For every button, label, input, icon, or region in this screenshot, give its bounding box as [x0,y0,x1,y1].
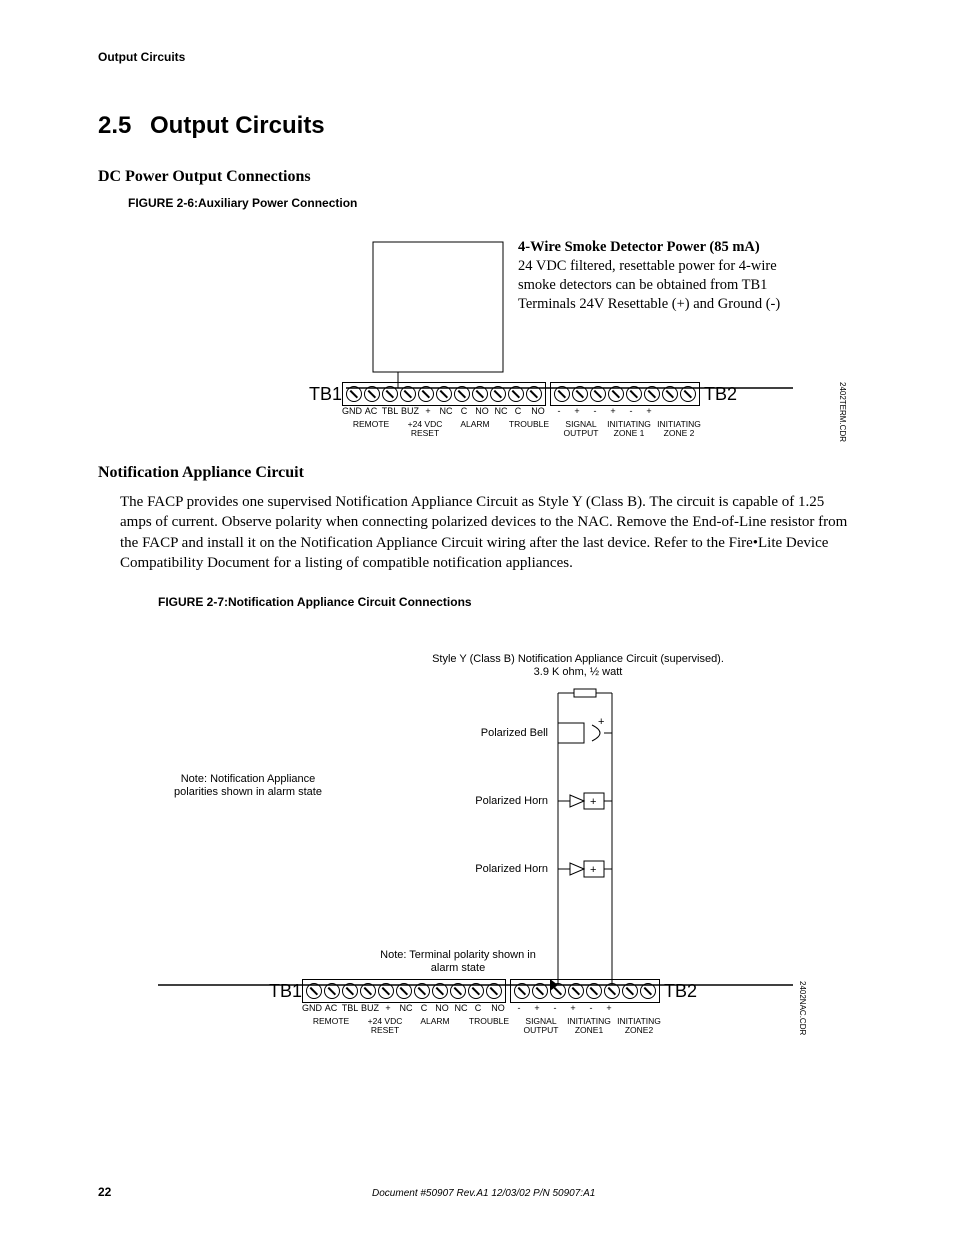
terminal-icon [514,983,530,999]
terminal-icon [400,386,416,402]
side-code-2: 2402NAC.CDR [798,981,807,1035]
terminal-icon [508,386,524,402]
terminal-icon [554,386,570,402]
page-header: Output Circuits [98,50,856,64]
group-labels-row2: REMOTE +24 VDC RESET ALARM TROUBLE SIGNA… [302,1017,818,1036]
terminal-icon [450,983,466,999]
terminal-icon [378,983,394,999]
tb1-label: TB1 [298,384,342,405]
figure-2-7: + + + Style Y (Class B) Notification App… [98,623,856,1063]
terminal-icon [568,983,584,999]
terminal-icon [396,983,412,999]
svg-text:+: + [590,864,596,876]
terminal-icon [486,983,502,999]
detector-line3: Terminals 24V Resettable (+) and Ground … [518,295,838,314]
doc-info: Document #50907 Rev.A1 12/03/02 P/N 5090… [111,1188,856,1199]
terminal-icon [360,983,376,999]
terminal-icon [382,386,398,402]
terminal-icon [662,386,678,402]
nac-body: The FACP provides one supervised Notific… [120,492,856,573]
terminal-icon [550,983,566,999]
side-code-1: 2402TERM.CDR [838,382,847,442]
terminal-icon [608,386,624,402]
terminal-icon [532,983,548,999]
terminal-icon [306,983,322,999]
section-number: 2.5 [98,112,150,140]
figure-2-6: 4-Wire Smoke Detector Power (85 mA) 24 V… [98,224,856,464]
tb1-block-2 [302,979,506,1003]
figure-2-6-caption: FIGURE 2-6:Auxiliary Power Connection [128,196,856,210]
tb2-block-2 [510,979,660,1003]
page-footer: 22 Document #50907 Rev.A1 12/03/02 P/N 5… [98,1185,856,1199]
fig27-top-caption: Style Y (Class B) Notification Appliance… [398,653,758,679]
tb1-block [342,382,546,406]
note-polarity: Note: Notification Appliance polarities … [138,773,358,799]
figure-title: Auxiliary Power Connection [198,196,357,210]
detector-text: 4-Wire Smoke Detector Power (85 mA) 24 V… [518,238,838,313]
tb2-label: TB2 [700,384,740,405]
terminal-icon [364,386,380,402]
terminal-icon [680,386,696,402]
terminal-icon [472,386,488,402]
terminal-icon [572,386,588,402]
terminal-icon [604,983,620,999]
terminal-icon [346,386,362,402]
terminal-icon [432,983,448,999]
dc-heading: DC Power Output Connections [98,168,856,186]
terminal-icon [590,386,606,402]
tb2-block [550,382,700,406]
terminal-icon [622,983,638,999]
terminal-icon [324,983,340,999]
pin-labels-row2: GND AC TBL BUZ + NC C NO NC C NO - + - +… [302,1003,818,1013]
figure-title: Notification Appliance Circuit Connectio… [228,595,472,609]
figure-prefix: FIGURE 2-6: [128,196,198,210]
nac-heading: Notification Appliance Circuit [98,464,856,482]
terminal-icon [586,983,602,999]
figure-2-7-caption: FIGURE 2-7:Notification Appliance Circui… [158,595,856,609]
svg-text:+: + [590,796,596,808]
terminal-icon [418,386,434,402]
terminal-icon [490,386,506,402]
terminal-icon [436,386,452,402]
horn1-label: Polarized Horn [438,795,548,808]
terminal-polarity-note: Note: Terminal polarity shown in alarm s… [328,949,588,975]
section-name: Output Circuits [150,112,325,139]
section-title: 2.5Output Circuits [98,112,856,140]
terminal-icon [414,983,430,999]
pin-labels-row1: GND AC TBL BUZ + NC C NO NC C NO - + - +… [342,406,838,416]
horn2-label: Polarized Horn [438,863,548,876]
terminal-icon [454,386,470,402]
tb2-label-2: TB2 [660,981,700,1002]
figure-prefix: FIGURE 2-7: [158,595,228,609]
terminal-icon [342,983,358,999]
detector-line1: 24 VDC filtered, resettable power for 4-… [518,257,838,276]
terminal-icon [626,386,642,402]
group-labels-row1: REMOTE +24 VDC RESET ALARM TROUBLE SIGNA… [342,420,838,439]
terminal-icon [640,983,656,999]
tb1-label-2: TB1 [258,981,302,1002]
svg-text:+: + [598,716,604,728]
terminal-icon [526,386,542,402]
detector-line2: smoke detectors can be obtained from TB1 [518,276,838,295]
bell-label: Polarized Bell [438,727,548,740]
terminal-icon [644,386,660,402]
page-number: 22 [98,1185,111,1199]
terminal-icon [468,983,484,999]
detector-title: 4-Wire Smoke Detector Power (85 mA) [518,238,838,257]
